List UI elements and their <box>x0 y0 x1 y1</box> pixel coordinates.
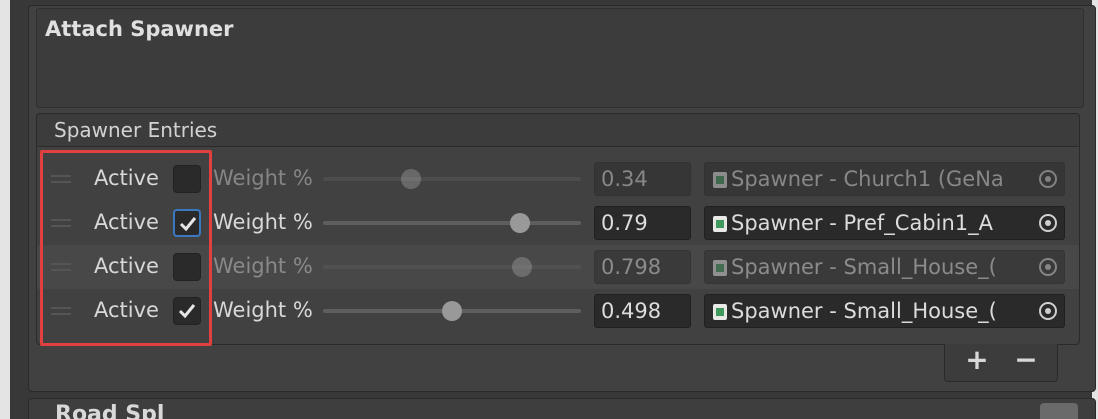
weight-slider-thumb[interactable] <box>442 301 462 321</box>
object-picker-icon[interactable] <box>1032 295 1064 327</box>
script-file-icon <box>713 172 727 188</box>
spawner-object-name: Spawner - Small_House_( <box>731 299 997 323</box>
spawner-object-name: Spawner - Small_House_( <box>731 255 997 279</box>
weight-slider-thumb[interactable] <box>510 213 530 233</box>
weight-input[interactable]: 0.79 <box>594 206 691 240</box>
weight-slider-track[interactable] <box>323 265 581 269</box>
spawner-object-name: Spawner - Pref_Cabin1_A <box>731 211 994 235</box>
weight-input[interactable]: 0.798 <box>594 250 691 284</box>
weight-label: Weight % <box>213 166 313 190</box>
spawner-object-field[interactable]: Spawner - Small_House_( <box>704 294 1065 328</box>
weight-slider-track[interactable] <box>323 221 581 225</box>
weight-label: Weight % <box>213 210 313 234</box>
next-component-title: Road Spl <box>55 402 165 419</box>
object-picker-icon[interactable] <box>1032 251 1064 283</box>
spawner-object-name: Spawner - Church1 (GeNa <box>731 167 1004 191</box>
spawner-object-field[interactable]: Spawner - Small_House_( <box>704 250 1065 284</box>
object-picker-icon[interactable] <box>1032 207 1064 239</box>
weight-label: Weight % <box>213 298 313 322</box>
next-component-header[interactable] <box>28 398 1096 419</box>
spawner-object-field[interactable]: Spawner - Pref_Cabin1_A <box>704 206 1065 240</box>
active-column-highlight <box>40 150 212 346</box>
inspector-canvas: Attach Spawner Spawner Entries Active We… <box>0 0 1098 419</box>
add-entry-button[interactable]: + <box>957 343 997 376</box>
weight-input[interactable]: 0.34 <box>594 162 691 196</box>
spawner-object-field[interactable]: Spawner - Church1 (GeNa <box>704 162 1065 196</box>
weight-slider-track[interactable] <box>323 177 581 181</box>
weight-slider-thumb[interactable] <box>401 169 421 189</box>
weight-input[interactable]: 0.498 <box>594 294 691 328</box>
script-file-icon <box>713 216 727 232</box>
script-file-icon <box>713 260 727 276</box>
remove-entry-button[interactable]: − <box>1006 343 1046 376</box>
attach-spawner-title: Attach Spawner <box>45 17 234 41</box>
weight-slider-thumb[interactable] <box>512 257 532 277</box>
object-picker-icon[interactable] <box>1032 163 1064 195</box>
weight-label: Weight % <box>213 254 313 278</box>
component-settings-icon[interactable] <box>1040 403 1078 419</box>
script-file-icon <box>713 304 727 320</box>
spawner-entries-title: Spawner Entries <box>54 118 218 142</box>
